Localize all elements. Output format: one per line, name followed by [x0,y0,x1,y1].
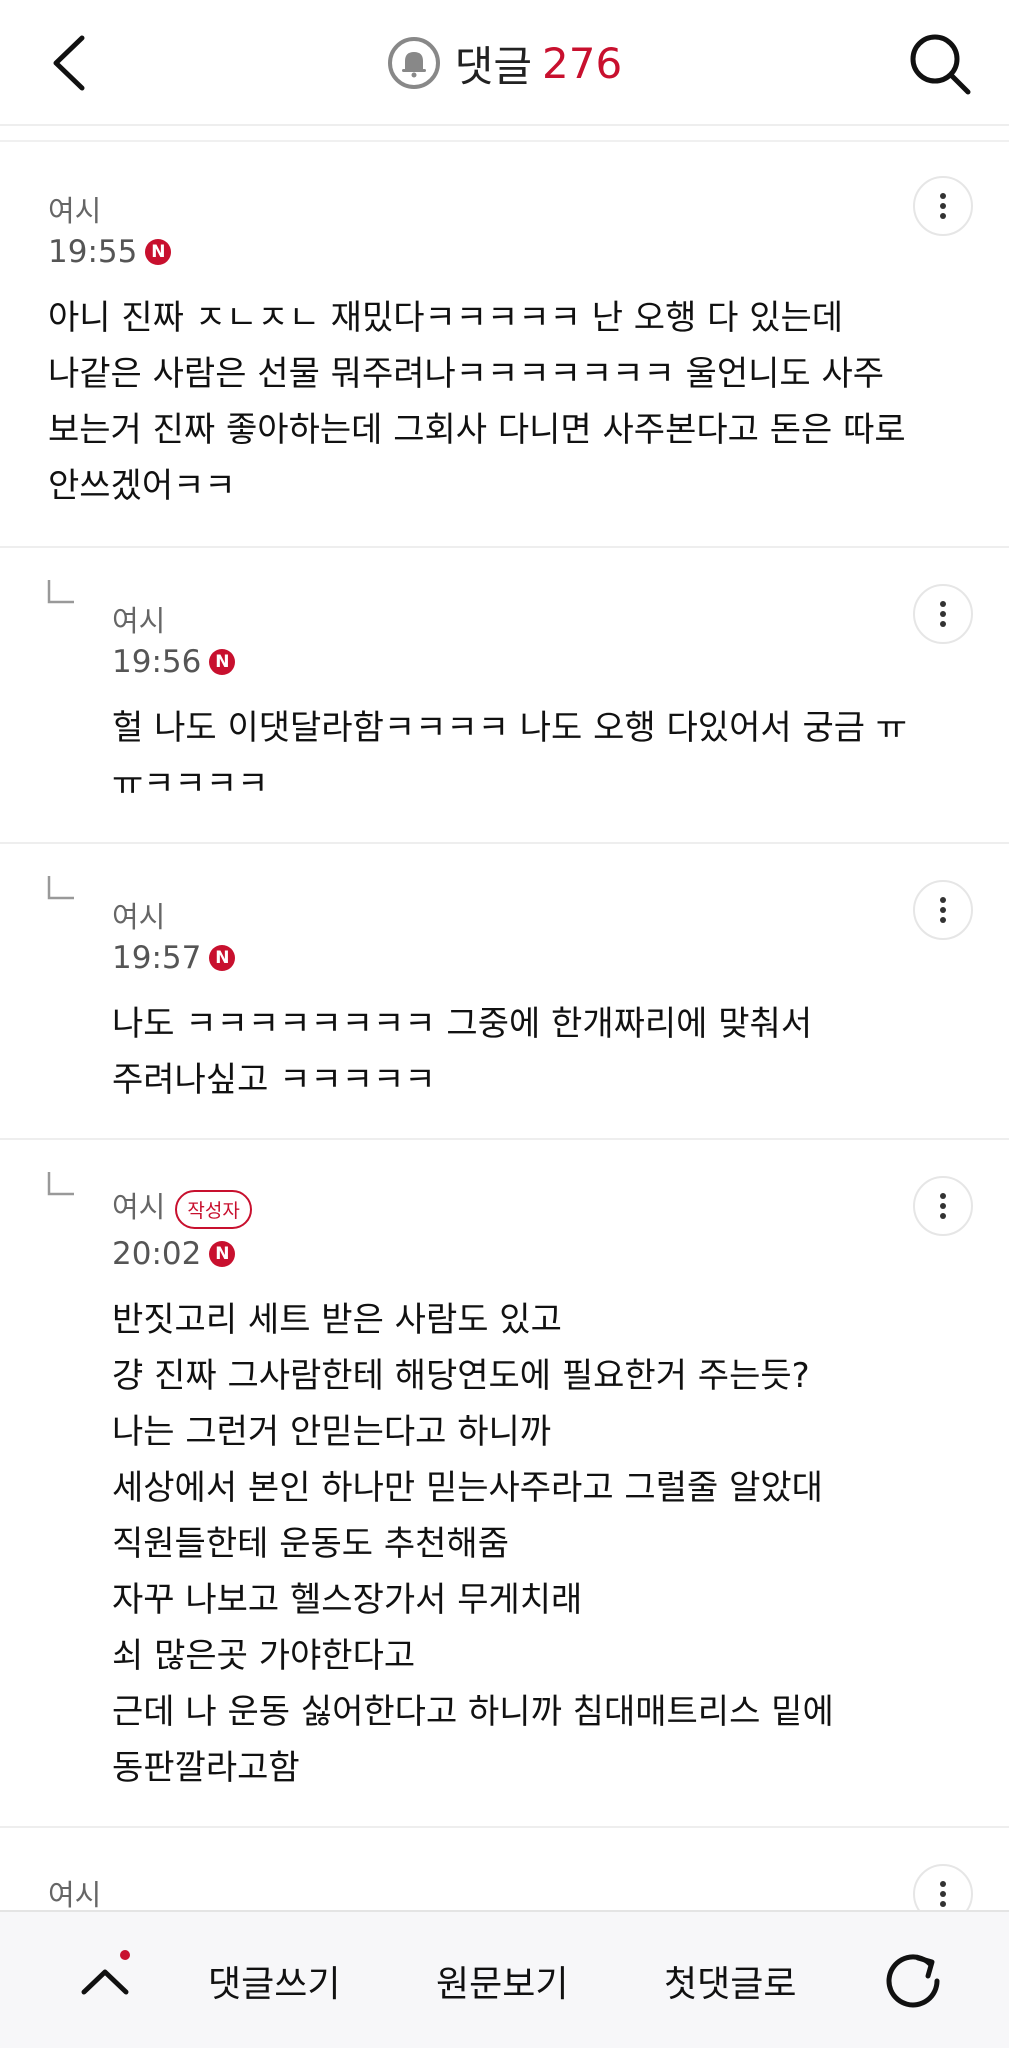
page-title: 댓글 [454,41,533,91]
reply-arrow-icon [47,580,74,604]
view-original-button[interactable]: 원문보기 [436,1912,568,2050]
comment-item: 여시 [0,1828,1009,1924]
write-comment-button[interactable]: 댓글쓰기 [208,1912,340,2050]
new-badge: N [145,239,172,265]
comment-time: 19:57 [112,940,202,976]
comment-author: 여시 [112,900,166,934]
more-vertical-icon [940,193,946,219]
comment-time-row: 19:55 N [48,234,172,270]
comment-time: 19:55 [48,234,138,270]
more-vertical-icon [940,1881,946,1907]
comment-time: 19:56 [112,644,202,680]
search-icon[interactable] [904,28,976,100]
comment-item: 여시 19:55 N 아니 진짜 ㅈㄴㅈㄴ 재밌다ㅋㅋㅋㅋㅋ 난 오행 다 있는… [0,142,1009,548]
bell-icon[interactable] [387,36,441,90]
reply-item: 여시 작성자 20:02 N 반짓고리 세트 받은 사람도 있고 걍 진짜 그사람… [0,1140,1009,1828]
comment-body: 나도 ㅋㅋㅋㅋㅋㅋㅋㅋ 그중에 한개짜리에 맞춰서 주려나싶고 ㅋㅋㅋㅋㅋ [112,1004,813,1100]
comment-author-row: 여시 작성자 [112,1184,252,1229]
comment-author: 여시 [112,1190,166,1224]
writer-badge: 작성자 [175,1189,252,1229]
more-options-button[interactable] [913,584,973,644]
refresh-icon[interactable] [880,1948,946,2014]
new-badge: N [209,945,236,971]
comment-time: 20:02 [112,1236,202,1272]
comment-body: 반짓고리 세트 받은 사람도 있고 걍 진짜 그사람한테 해당연도에 필요한거 … [112,1300,834,1788]
reply-item: 여시 19:56 N 헐 나도 이댓달라함ㅋㅋㅋㅋ 나도 오행 다있어서 궁금 … [0,548,1009,844]
new-badge: N [209,1241,236,1267]
bottom-toolbar: 댓글쓰기 원문보기 첫댓글로 [0,1910,1009,2048]
comment-time-row: 19:56 N [112,644,236,680]
comment-time-row: 19:57 N [112,940,236,976]
more-options-button[interactable] [913,880,973,940]
comment-author: 여시 [112,604,166,638]
reply-item: 여시 19:57 N 나도 ㅋㅋㅋㅋㅋㅋㅋㅋ 그중에 한개짜리에 맞춰서 주려나… [0,844,1009,1140]
reply-arrow-icon [47,876,74,900]
more-options-button[interactable] [913,176,973,236]
top-bar: 댓글 276 [0,0,1009,126]
header-title-group: 댓글 276 [0,30,1009,96]
header-divider [0,126,1009,142]
comment-body: 아니 진짜 ㅈㄴㅈㄴ 재밌다ㅋㅋㅋㅋㅋ 난 오행 다 있는데 나같은 사람은 선… [48,298,906,506]
comment-author: 여시 [48,194,102,228]
comment-count: 276 [542,38,623,88]
reply-arrow-icon [47,1172,74,1196]
first-comment-button[interactable]: 첫댓글로 [664,1912,796,2050]
new-badge: N [209,649,236,675]
more-vertical-icon [940,601,946,627]
comment-time-row: 20:02 N [112,1236,236,1272]
more-vertical-icon [940,1193,946,1219]
more-options-button[interactable] [913,1176,973,1236]
more-vertical-icon [940,897,946,923]
notification-dot [120,1950,130,1960]
comment-author: 여시 [48,1878,102,1912]
comment-body: 헐 나도 이댓달라함ㅋㅋㅋㅋ 나도 오행 다있어서 궁금 ㅠ ㅠㅋㅋㅋㅋ [112,708,908,804]
